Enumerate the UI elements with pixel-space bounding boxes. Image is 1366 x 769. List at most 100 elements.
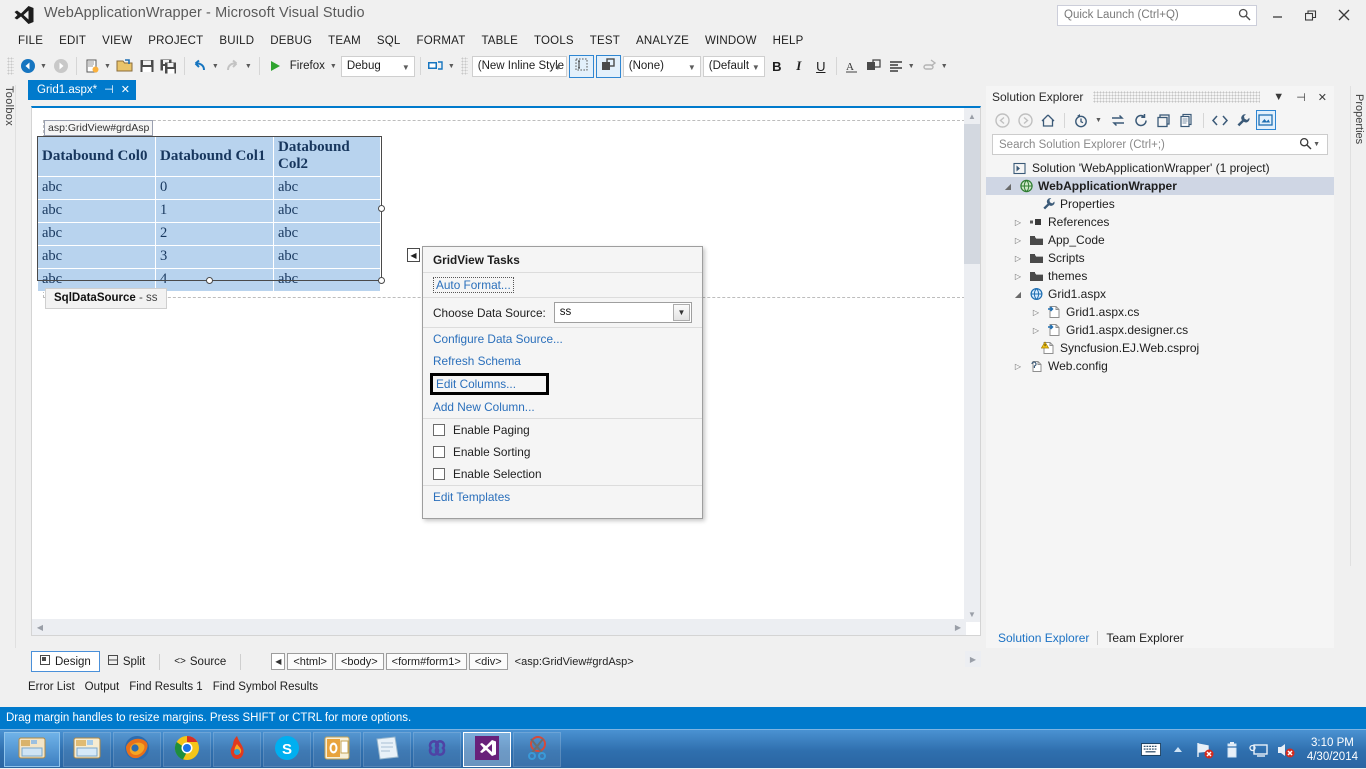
add-new-column-row[interactable]: Add New Column... xyxy=(423,396,702,418)
toolbar-grip[interactable] xyxy=(460,57,468,75)
menu-project[interactable]: PROJECT xyxy=(140,33,211,49)
twisty-expanded-icon[interactable]: ◢ xyxy=(1002,182,1014,191)
refresh-schema-row[interactable]: Refresh Schema xyxy=(423,350,702,372)
panel-drag-dots[interactable] xyxy=(1093,91,1261,103)
tree-item-themes[interactable]: ▷ themes xyxy=(986,267,1334,285)
enable-paging-row[interactable]: Enable Paging xyxy=(423,419,702,441)
auto-format-link[interactable]: Auto Format... xyxy=(433,277,514,293)
tree-item-references[interactable]: ▷ References xyxy=(986,213,1334,231)
pin-icon[interactable]: ⊣ xyxy=(104,84,114,96)
resize-handle-corner[interactable] xyxy=(378,277,385,284)
back-icon[interactable] xyxy=(992,110,1012,130)
start-debugging-icon[interactable] xyxy=(264,55,286,77)
breadcrumb-scroll-right-icon[interactable]: ▶ xyxy=(965,651,981,667)
navigate-forward-icon[interactable] xyxy=(50,55,72,77)
tab-split[interactable]: Split xyxy=(100,651,153,672)
enable-selection-row[interactable]: Enable Selection xyxy=(423,463,702,485)
tree-item-scripts[interactable]: ▷ Scripts xyxy=(986,249,1334,267)
pin-icon[interactable]: ⊣ xyxy=(1293,91,1309,104)
home-icon[interactable] xyxy=(1038,110,1058,130)
toolbox-strip[interactable]: Toolbox xyxy=(0,85,16,648)
scroll-left-icon[interactable]: ◀ xyxy=(32,619,48,635)
sync-with-active-document-icon[interactable] xyxy=(1108,110,1128,130)
font-family-combo[interactable]: (Default ▼ xyxy=(702,55,765,77)
twisty-expanded-icon[interactable]: ◢ xyxy=(1012,290,1024,299)
select-tag-toggle[interactable] xyxy=(568,54,594,78)
chevron-down-icon[interactable]: ▼ xyxy=(1095,117,1102,124)
close-icon[interactable]: ✕ xyxy=(1315,91,1330,104)
collapse-all-icon[interactable] xyxy=(1154,110,1174,130)
scroll-down-icon[interactable]: ▼ xyxy=(964,606,980,622)
breadcrumb-form[interactable]: <form#form1> xyxy=(385,653,467,670)
menu-edit[interactable]: EDIT xyxy=(51,33,94,49)
web-form-designer[interactable]: asp:GridView#grdAsp Databound Col0 Datab… xyxy=(31,106,981,636)
edit-columns-row[interactable]: Edit Columns... xyxy=(423,372,702,396)
chevron-down-icon[interactable]: ▼ xyxy=(1270,91,1287,103)
menu-format[interactable]: FORMAT xyxy=(409,33,474,49)
taskbar-item-firefox[interactable] xyxy=(113,732,161,767)
tab-find-results[interactable]: Find Results 1 xyxy=(129,679,213,695)
new-item-dropdown-icon[interactable]: ▼ xyxy=(104,63,111,70)
style-application-combo[interactable]: (New Inline Style ▼ xyxy=(471,55,567,77)
document-tab-grid1[interactable]: Grid1.aspx* ⊣ ✕ xyxy=(28,80,136,100)
view-code-icon[interactable] xyxy=(1210,110,1230,130)
taskbar-item-chrome[interactable] xyxy=(163,732,211,767)
resize-handle-right[interactable] xyxy=(378,205,385,212)
resize-handle-bottom[interactable] xyxy=(206,277,213,284)
quick-launch-input[interactable]: Quick Launch (Ctrl+Q) xyxy=(1057,5,1257,26)
toolbar-overflow-icon[interactable]: ▼ xyxy=(448,63,455,70)
breadcrumb-body[interactable]: <body> xyxy=(334,653,384,670)
column-header-0[interactable]: Databound Col0 xyxy=(37,136,156,177)
twisty-collapsed-icon[interactable]: ▷ xyxy=(1012,254,1024,263)
data-source-combo[interactable]: ss ▼ xyxy=(553,302,692,323)
toolbar-overflow-icon[interactable]: ▼ xyxy=(941,63,948,70)
redo-dropdown-icon[interactable]: ▼ xyxy=(245,63,252,70)
taskbar-clock[interactable]: 3:10 PM 4/30/2014 xyxy=(1303,736,1358,764)
column-header-1[interactable]: Databound Col1 xyxy=(155,136,274,177)
align-dropdown-icon[interactable]: ▼ xyxy=(908,63,915,70)
tree-item-app-code[interactable]: ▷ App_Code xyxy=(986,231,1334,249)
refresh-schema-link[interactable]: Refresh Schema xyxy=(433,354,521,368)
twisty-collapsed-icon[interactable]: ▷ xyxy=(1012,218,1024,227)
scroll-up-icon[interactable]: ▲ xyxy=(964,108,980,124)
twisty-collapsed-icon[interactable]: ▷ xyxy=(1012,272,1024,281)
background-color-icon[interactable] xyxy=(863,55,885,77)
twisty-collapsed-icon[interactable]: ▷ xyxy=(1012,362,1024,371)
menu-file[interactable]: FILE xyxy=(10,33,51,49)
absolute-position-toggle[interactable] xyxy=(595,54,621,78)
pending-changes-icon[interactable] xyxy=(1071,110,1091,130)
menu-table[interactable]: TABLE xyxy=(473,33,526,49)
properties-wrench-icon[interactable] xyxy=(1233,110,1253,130)
tree-item-properties[interactable]: Properties xyxy=(986,195,1334,213)
tree-item-grid1-aspx-designer-cs[interactable]: ▷ Grid1.aspx.designer.cs xyxy=(986,321,1334,339)
breadcrumb-nav-icon[interactable]: ◀ xyxy=(271,653,286,670)
tree-item-grid1-aspx-cs[interactable]: ▷ Grid1.aspx.cs xyxy=(986,303,1334,321)
chevron-down-icon[interactable]: ▼ xyxy=(673,304,690,321)
menu-build[interactable]: BUILD xyxy=(211,33,262,49)
menu-team[interactable]: TEAM xyxy=(320,33,369,49)
align-left-icon[interactable] xyxy=(885,55,907,77)
tab-solution-explorer[interactable]: Solution Explorer xyxy=(990,631,1099,645)
control-tag-label[interactable]: asp:GridView#grdAsp xyxy=(44,120,154,136)
enable-sorting-row[interactable]: Enable Sorting xyxy=(423,441,702,463)
breadcrumb-gridview[interactable]: <asp:GridView#grdAsp> xyxy=(510,653,639,670)
start-debugging-label[interactable]: Firefox xyxy=(286,60,329,72)
start-button[interactable] xyxy=(4,732,60,767)
sqldatasource-control[interactable]: SqlDataSource - ss xyxy=(45,288,167,309)
twisty-collapsed-icon[interactable]: ▷ xyxy=(1012,236,1024,245)
menu-analyze[interactable]: ANALYZE xyxy=(628,33,697,49)
undo-dropdown-icon[interactable]: ▼ xyxy=(212,63,219,70)
close-icon[interactable]: ✕ xyxy=(121,84,130,96)
tab-design[interactable]: Design xyxy=(31,651,100,672)
tree-item-web-config[interactable]: ▷ Web.config xyxy=(986,357,1334,375)
edit-columns-link[interactable]: Edit Columns... xyxy=(436,377,516,391)
refresh-icon[interactable] xyxy=(1131,110,1151,130)
block-format-combo[interactable]: (None) ▼ xyxy=(622,55,701,77)
taskbar-item-notepad[interactable] xyxy=(363,732,411,767)
taskbar-item-outlook[interactable] xyxy=(313,732,361,767)
breadcrumb-html[interactable]: <html> xyxy=(287,653,333,670)
taskbar-item-snipping-tool[interactable] xyxy=(513,732,561,767)
preview-selected-items-icon[interactable] xyxy=(1255,110,1276,130)
menu-tools[interactable]: TOOLS xyxy=(526,33,582,49)
keyboard-icon[interactable] xyxy=(1140,740,1161,760)
